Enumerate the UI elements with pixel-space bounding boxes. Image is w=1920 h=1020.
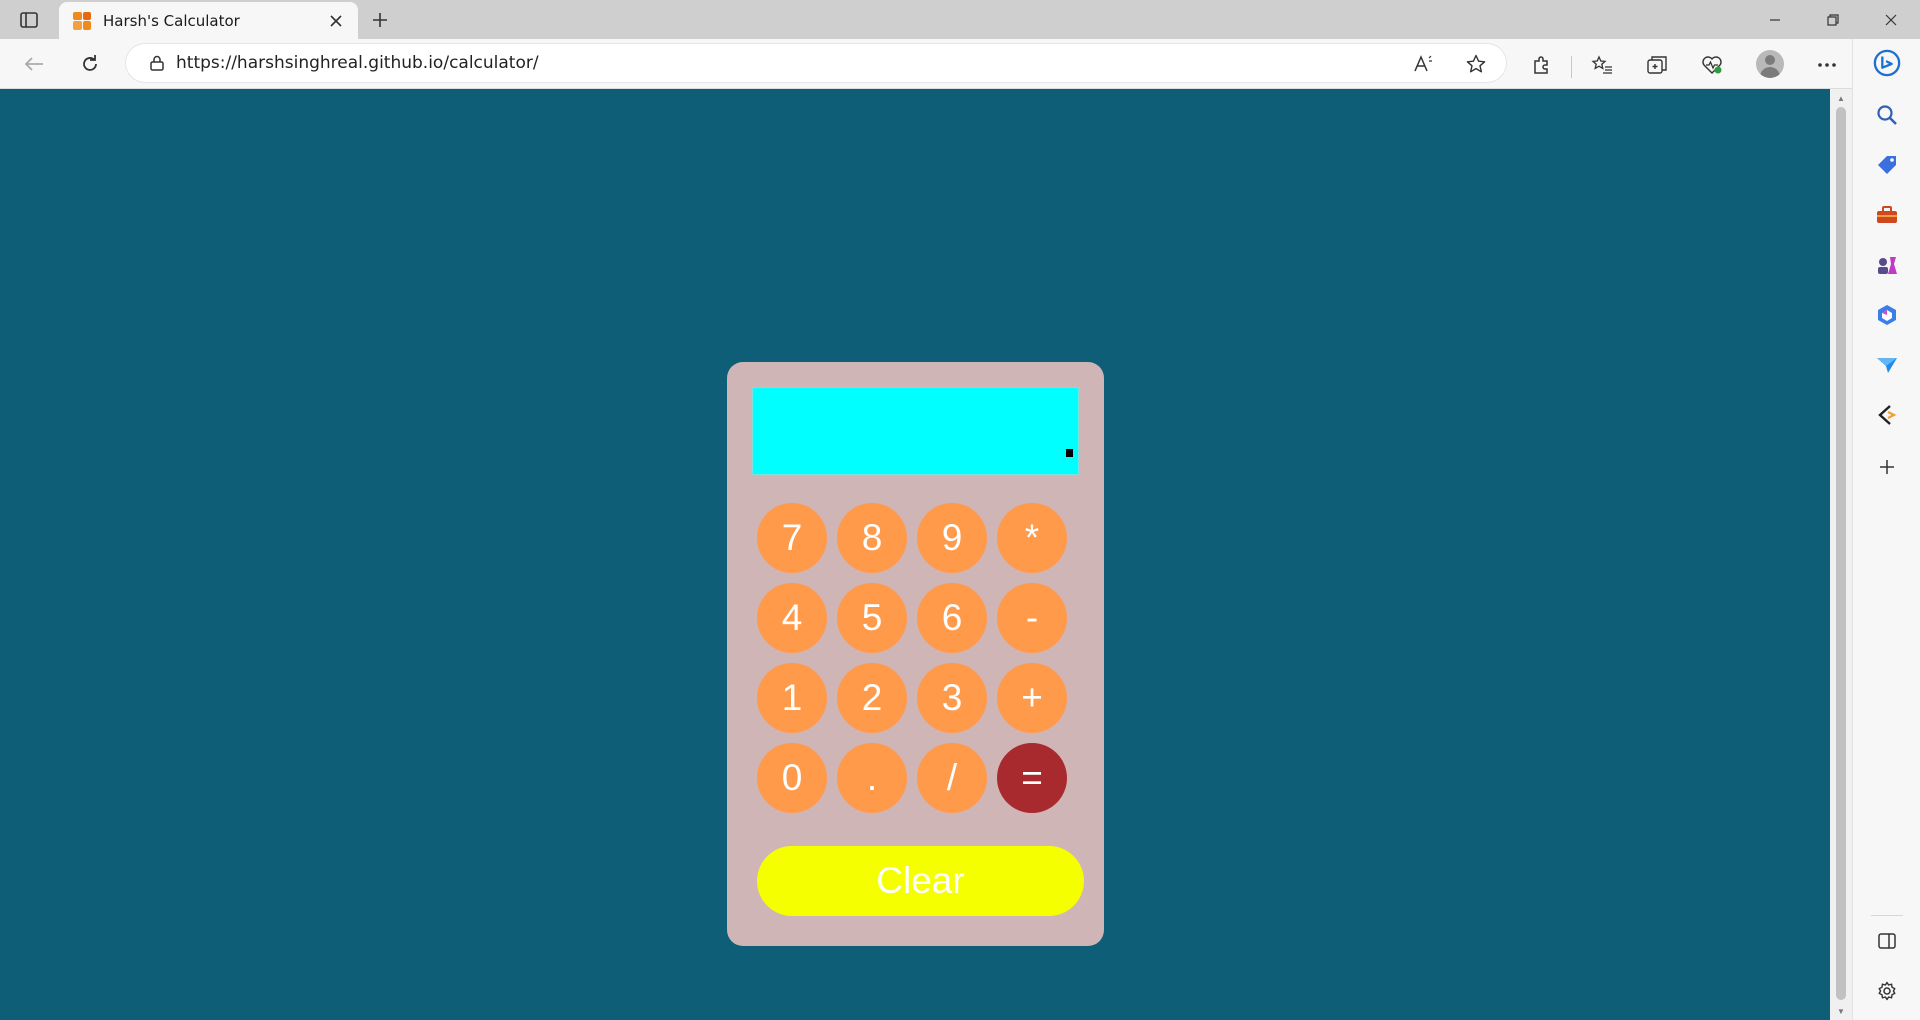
search-icon[interactable] [1873,101,1901,129]
scroll-down-arrow-icon[interactable]: ▼ [1836,1006,1846,1016]
key-7[interactable]: 7 [757,503,827,573]
key-3[interactable]: 3 [917,663,987,733]
drop-share-icon[interactable] [1873,401,1901,429]
browser-toolbar: https://harshsinghreal.github.io/calcula… [0,39,1920,89]
url-text: https://harshsinghreal.github.io/calcula… [176,53,539,73]
more-options-icon[interactable] [1814,52,1840,78]
key-subtract[interactable]: - [997,583,1067,653]
profile-avatar-icon[interactable] [1756,50,1784,78]
key-2[interactable]: 2 [837,663,907,733]
toolbar-separator [1571,56,1572,78]
browser-essentials-icon[interactable] [1699,52,1725,78]
clear-button[interactable]: Clear [757,846,1084,916]
add-sidebar-app-plus-icon[interactable] [1873,453,1901,481]
new-tab-plus-icon[interactable] [366,6,394,34]
shopping-tag-icon[interactable] [1873,151,1901,179]
key-1[interactable]: 1 [757,663,827,733]
scroll-up-arrow-icon[interactable]: ▲ [1836,93,1846,103]
refresh-icon[interactable] [74,49,106,79]
sidebar-divider [1871,915,1903,916]
collections-icon[interactable] [1644,52,1670,78]
tab-title: Harsh's Calculator [103,11,240,30]
games-chess-icon[interactable] [1873,251,1901,279]
calculator-display[interactable] [752,387,1079,475]
page-scrollbar[interactable]: ▲ ▼ [1830,89,1852,1020]
key-6[interactable]: 6 [917,583,987,653]
copilot-icon[interactable] [1873,49,1901,77]
key-5[interactable]: 5 [837,583,907,653]
extensions-icon[interactable] [1528,52,1554,78]
display-cursor [1066,449,1073,457]
browser-tab[interactable]: Harsh's Calculator [59,2,358,39]
settings-gear-icon[interactable] [1873,977,1901,1005]
key-4[interactable]: 4 [757,583,827,653]
key-9[interactable]: 9 [917,503,987,573]
address-bar[interactable]: https://harshsinghreal.github.io/calcula… [126,44,1506,82]
minimize-icon[interactable] [1746,0,1804,39]
calculator-favicon-icon [73,11,91,30]
read-aloud-icon[interactable] [1412,53,1434,75]
back-arrow-icon[interactable] [18,49,50,79]
edge-sidebar [1852,39,1920,1020]
favorite-star-icon[interactable] [1465,53,1487,75]
restore-icon[interactable] [1804,0,1862,39]
key-add[interactable]: + [997,663,1067,733]
favorites-icon[interactable] [1589,52,1615,78]
window-controls [1746,0,1920,39]
outlook-send-icon[interactable] [1873,351,1901,379]
close-tab-icon[interactable] [326,11,346,31]
key-0[interactable]: 0 [757,743,827,813]
lock-icon[interactable] [148,54,166,72]
close-window-icon[interactable] [1862,0,1920,39]
key-multiply[interactable]: * [997,503,1067,573]
scroll-thumb[interactable] [1836,107,1846,1000]
tab-strip: Harsh's Calculator [0,0,1920,39]
microsoft-365-icon[interactable] [1873,301,1901,329]
key-8[interactable]: 8 [837,503,907,573]
key-decimal[interactable]: . [837,743,907,813]
tab-actions-menu-icon[interactable] [14,7,44,33]
hide-sidebar-icon[interactable] [1873,927,1901,955]
calculator: 7 8 9 * 4 5 6 - 1 2 3 + 0 . / = Clear [727,362,1104,946]
tools-briefcase-icon[interactable] [1873,201,1901,229]
page-viewport: 7 8 9 * 4 5 6 - 1 2 3 + 0 . / = Clear [0,89,1830,1020]
key-divide[interactable]: / [917,743,987,813]
key-equals[interactable]: = [997,743,1067,813]
